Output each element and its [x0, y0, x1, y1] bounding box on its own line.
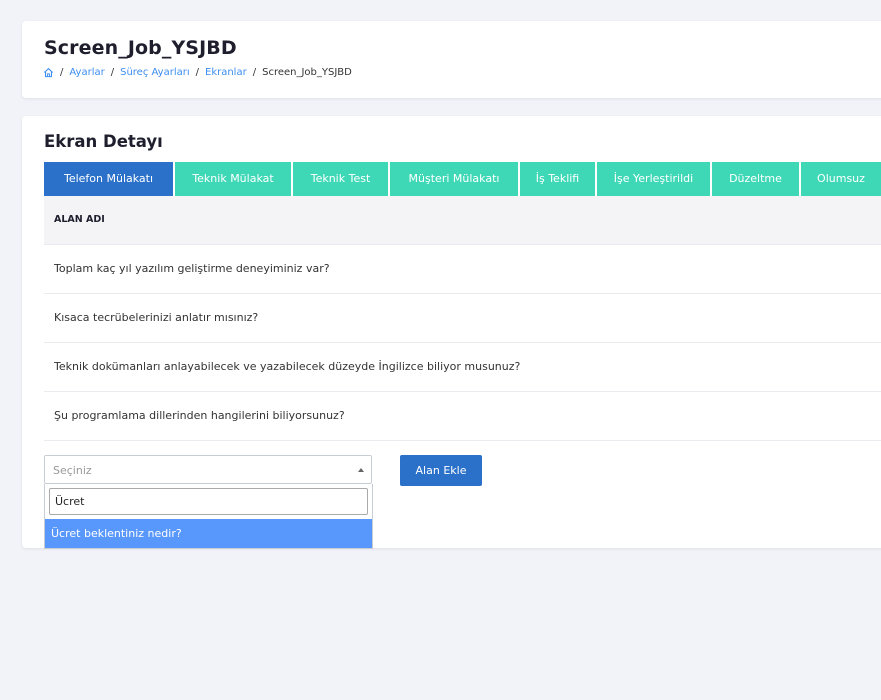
tab-is-teklifi[interactable]: İş Teklifi	[520, 162, 595, 196]
screen-detail-card: Ekran Detayı Telefon Mülakatı Teknik Mül…	[22, 116, 881, 549]
table-header: ALAN ADI	[44, 196, 881, 245]
home-icon[interactable]	[43, 67, 54, 78]
breadcrumb: / Ayarlar / Süreç Ayarları / Ekranlar / …	[43, 67, 352, 78]
page-title: Screen_Job_YSJBD	[44, 37, 237, 59]
table-row: Teknik dokümanları anlayabilecek ve yaza…	[44, 343, 881, 392]
field-select-dropdown: Ücret beklentiniz nedir?	[44, 484, 373, 549]
field-search-input[interactable]	[49, 488, 368, 515]
row-field-name: Toplam kaç yıl yazılım geliştirme deneyi…	[54, 262, 330, 275]
row-field-name: Şu programlama dillerinden hangilerini b…	[54, 409, 345, 422]
breadcrumb-link-ekranlar[interactable]: Ekranlar	[205, 67, 247, 78]
row-field-name: Teknik dokümanları anlayabilecek ve yaza…	[54, 360, 521, 373]
page-header: Screen_Job_YSJBD / Ayarlar / Süreç Ayarl…	[22, 21, 881, 98]
caret-up-icon	[358, 468, 364, 472]
tab-teknik-test[interactable]: Teknik Test	[293, 162, 388, 196]
tab-telefon-mulakati[interactable]: Telefon Mülakatı	[44, 162, 173, 196]
tab-olumsuz[interactable]: Olumsuz	[801, 162, 881, 196]
tab-ise-yerlestirildi[interactable]: İşe Yerleştirildi	[597, 162, 710, 196]
table-row: Şu programlama dillerinden hangilerini b…	[44, 392, 881, 441]
breadcrumb-separator: /	[195, 67, 199, 78]
breadcrumb-separator: /	[252, 67, 257, 78]
tab-bar: Telefon Mülakatı Teknik Mülakat Teknik T…	[44, 162, 881, 196]
tab-duzeltme[interactable]: Düzeltme	[712, 162, 799, 196]
row-field-name: Kısaca tecrübelerinizi anlatır mısınız?	[54, 311, 259, 324]
add-field-button[interactable]: Alan Ekle	[400, 455, 482, 486]
field-select[interactable]: Seçiniz	[44, 455, 372, 484]
dropdown-option[interactable]: Ücret beklentiniz nedir?	[45, 519, 372, 548]
column-header-alan-adi: ALAN ADI	[54, 214, 105, 225]
breadcrumb-link-surec-ayarlari[interactable]: Süreç Ayarları	[120, 67, 190, 78]
tab-musteri-mulakati[interactable]: Müşteri Mülakatı	[390, 162, 518, 196]
field-select-placeholder: Seçiniz	[53, 464, 92, 477]
breadcrumb-current: Screen_Job_YSJBD	[262, 67, 352, 78]
table-row: Toplam kaç yıl yazılım geliştirme deneyi…	[44, 245, 881, 294]
section-title: Ekran Detayı	[44, 132, 163, 151]
breadcrumb-link-ayarlar[interactable]: Ayarlar	[69, 67, 104, 78]
breadcrumb-separator: /	[60, 67, 64, 78]
tab-teknik-mulakat[interactable]: Teknik Mülakat	[175, 162, 291, 196]
table-row: Kısaca tecrübelerinizi anlatır mısınız?	[44, 294, 881, 343]
breadcrumb-separator: /	[110, 67, 115, 78]
